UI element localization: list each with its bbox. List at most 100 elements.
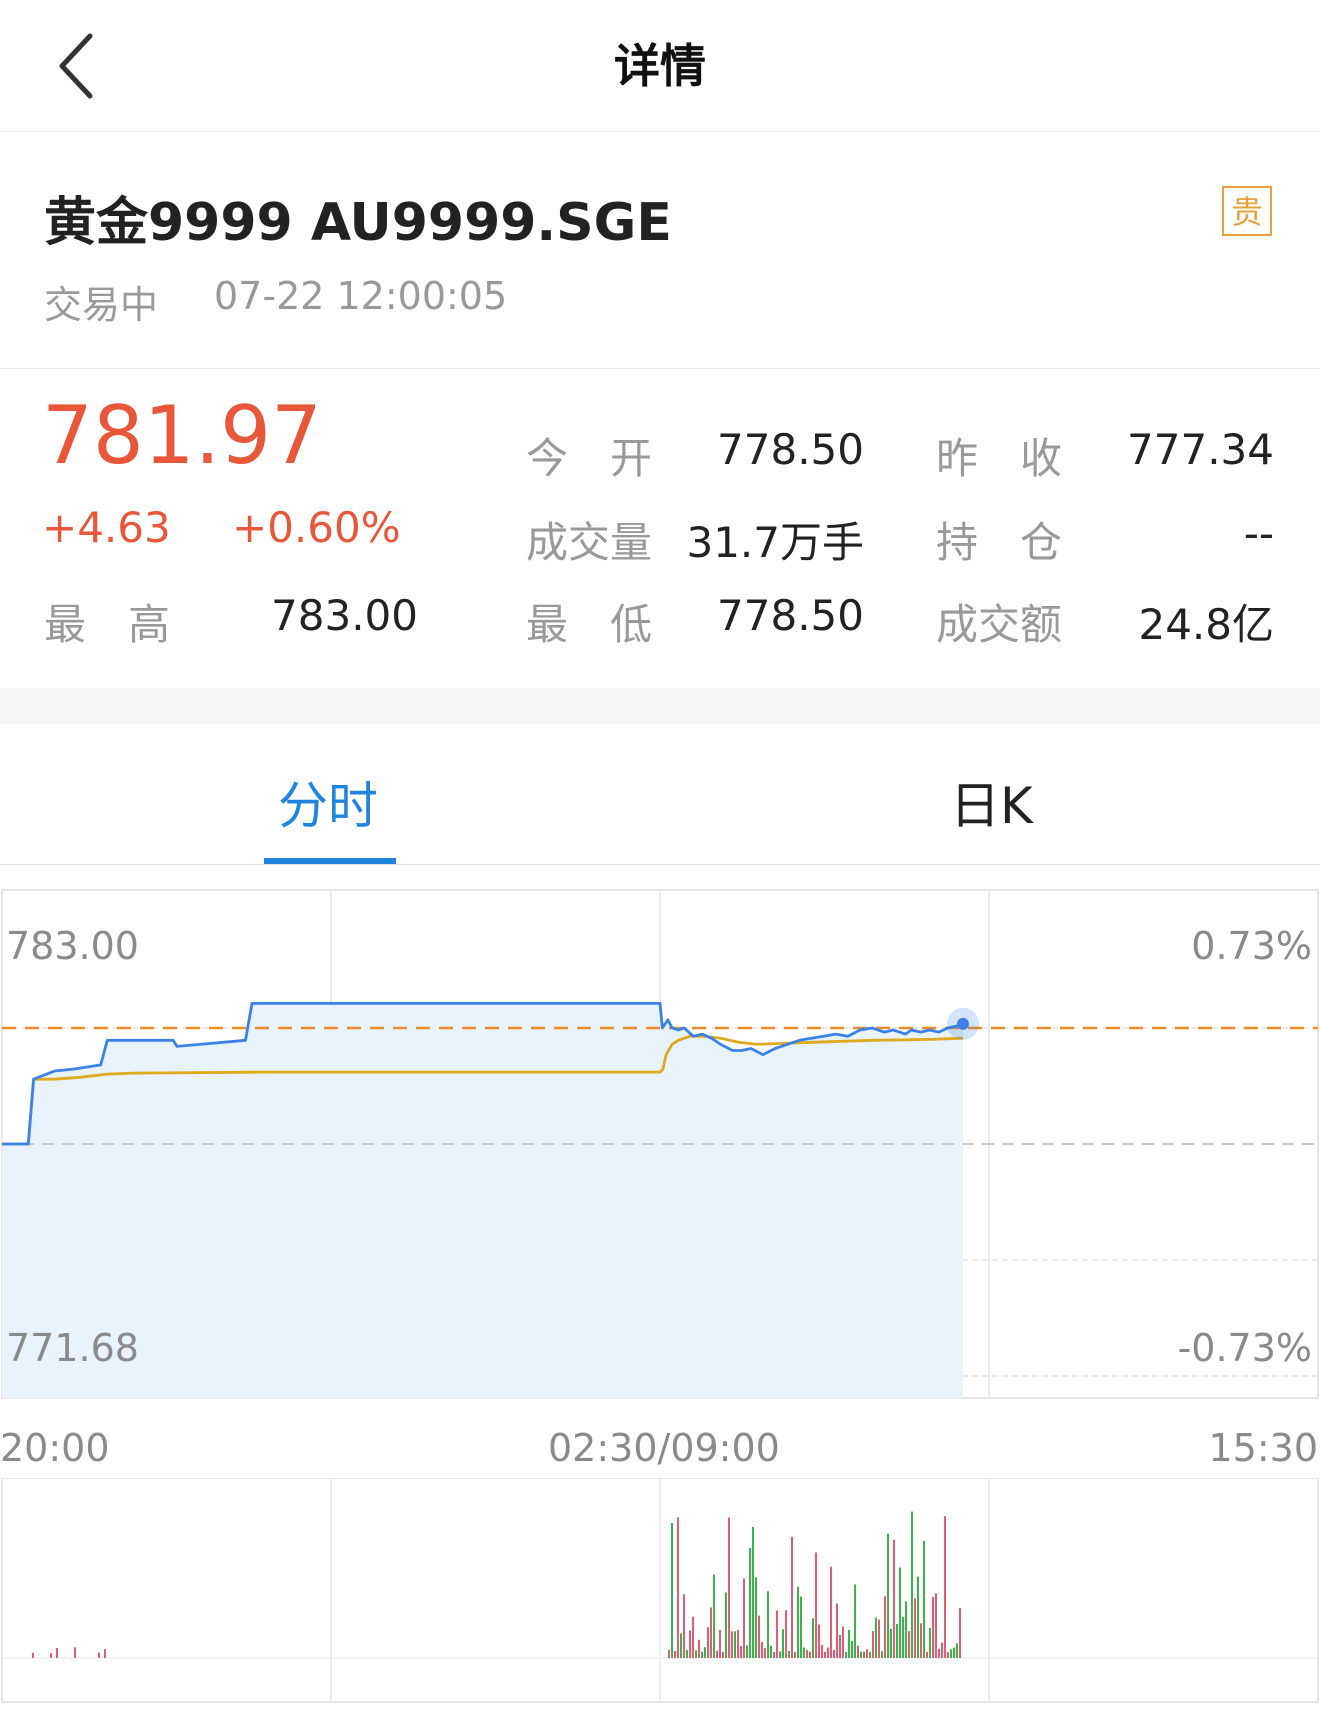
volume-bar xyxy=(857,1645,859,1658)
volume-bar xyxy=(917,1576,919,1658)
pct-axis-bottom-label: -0.73% xyxy=(1177,1326,1312,1370)
volume-bar xyxy=(746,1645,748,1658)
volume-bar xyxy=(827,1647,829,1658)
pct-axis-top-label: 0.73% xyxy=(1191,924,1312,968)
volume-bar xyxy=(737,1629,739,1658)
volume-bar xyxy=(677,1517,679,1658)
prev-close-value: 777.34 xyxy=(1127,425,1274,474)
y-axis-top-label: 783.00 xyxy=(6,924,139,968)
volume-bar xyxy=(950,1649,952,1658)
last-price: 781.97 xyxy=(42,389,322,482)
volume-bar xyxy=(740,1645,742,1658)
volume-bar xyxy=(773,1652,775,1658)
turnover-label: 成交额 xyxy=(936,600,1063,649)
volume-bar xyxy=(758,1615,760,1658)
volume-bar xyxy=(98,1652,100,1658)
low-value: 778.50 xyxy=(717,591,864,640)
volume-bar xyxy=(788,1651,790,1658)
price-change: +4.63 xyxy=(42,503,171,552)
volume-bar xyxy=(899,1567,901,1658)
volume-bar xyxy=(911,1511,913,1658)
volume-bar xyxy=(734,1631,736,1658)
tab-daily-k[interactable]: 日K xyxy=(950,766,1033,838)
volume-bar xyxy=(722,1651,724,1658)
volume-bar xyxy=(686,1649,688,1658)
volume-bar xyxy=(875,1617,877,1658)
volume-bar xyxy=(926,1651,928,1658)
volume-bar xyxy=(881,1651,883,1658)
volume-bar xyxy=(815,1552,817,1658)
volume-bar xyxy=(797,1586,799,1658)
volume-bar xyxy=(50,1653,52,1658)
volume-bar xyxy=(728,1517,730,1658)
volume-bar xyxy=(839,1635,841,1658)
volume-bar xyxy=(908,1631,910,1658)
quote-header: 黄金9999 AU9999.SGE 交易中 07-22 12:00:05 贵 xyxy=(0,132,1320,369)
volume-bar xyxy=(941,1642,943,1658)
volume-bar xyxy=(767,1591,769,1658)
volume-bar xyxy=(710,1607,712,1658)
volume-bar xyxy=(806,1649,808,1658)
volume-bar xyxy=(854,1584,856,1658)
volume-bar xyxy=(743,1578,745,1658)
open-value: 778.50 xyxy=(717,425,864,474)
volume-bar xyxy=(935,1593,937,1658)
quote-stats: 781.97 +4.63 +0.60% 最 高 783.00 今 开 778.5… xyxy=(0,369,1320,687)
volume-bar xyxy=(824,1651,826,1658)
tab-intraday[interactable]: 分时 xyxy=(278,766,378,838)
volume-bar xyxy=(923,1540,925,1658)
volume-bar xyxy=(932,1596,934,1658)
volume-bar xyxy=(713,1574,715,1658)
open-label: 今 开 xyxy=(526,434,653,483)
volume-bar xyxy=(74,1647,76,1658)
page-title: 详情 xyxy=(614,39,706,93)
volume-bar xyxy=(731,1631,733,1658)
volume-bar xyxy=(845,1652,847,1658)
volume-bar xyxy=(896,1623,898,1658)
volume-bar xyxy=(800,1596,802,1658)
high-value: 783.00 xyxy=(271,591,418,640)
volume-bar xyxy=(902,1617,904,1658)
intraday-price-chart[interactable] xyxy=(0,880,1320,1400)
volume-bar xyxy=(956,1643,958,1658)
volume-bar xyxy=(953,1647,955,1658)
volume-bar xyxy=(683,1594,685,1658)
volume-bar xyxy=(848,1629,850,1658)
volume-bar xyxy=(944,1516,946,1658)
x-axis-label-start: 20:00 xyxy=(0,1426,110,1470)
volume-bar xyxy=(878,1619,880,1658)
volume-bar xyxy=(668,1649,670,1658)
volume-bar xyxy=(698,1639,700,1658)
y-axis-bottom-label: 771.68 xyxy=(6,1326,139,1370)
x-axis-label-mid: 02:30/09:00 xyxy=(548,1426,780,1470)
volume-bar xyxy=(680,1633,682,1658)
chart-tabs: 分时 日K xyxy=(0,724,1320,865)
section-divider xyxy=(0,688,1320,724)
volume-bar xyxy=(755,1577,757,1658)
volume-bar xyxy=(914,1598,916,1658)
quote-timestamp: 07-22 12:00:05 xyxy=(214,274,508,318)
volume-bar xyxy=(851,1640,853,1658)
volume-bar xyxy=(920,1623,922,1658)
volume-bar xyxy=(803,1647,805,1658)
trading-status: 交易中 xyxy=(44,283,159,327)
last-point-dot xyxy=(957,1017,969,1030)
turnover-value: 24.8亿 xyxy=(1138,600,1274,649)
volume-bar xyxy=(905,1601,907,1658)
prev-close-label: 昨 收 xyxy=(936,434,1063,483)
volume-bar xyxy=(947,1652,949,1658)
volume-bar xyxy=(959,1608,961,1658)
volume-bar xyxy=(761,1642,763,1658)
high-label: 最 高 xyxy=(44,600,171,649)
nav-bar: 详情 xyxy=(0,0,1320,132)
volume-bar xyxy=(791,1536,793,1658)
volume-bar xyxy=(689,1630,691,1658)
volume-bar xyxy=(887,1533,889,1658)
volume-bar xyxy=(809,1651,811,1658)
volume-bar xyxy=(836,1603,838,1658)
volume-bar xyxy=(785,1610,787,1658)
volume-bar xyxy=(890,1628,892,1658)
volume-bar xyxy=(749,1548,751,1658)
volume-bar xyxy=(893,1539,895,1658)
volume-bar xyxy=(794,1652,796,1658)
